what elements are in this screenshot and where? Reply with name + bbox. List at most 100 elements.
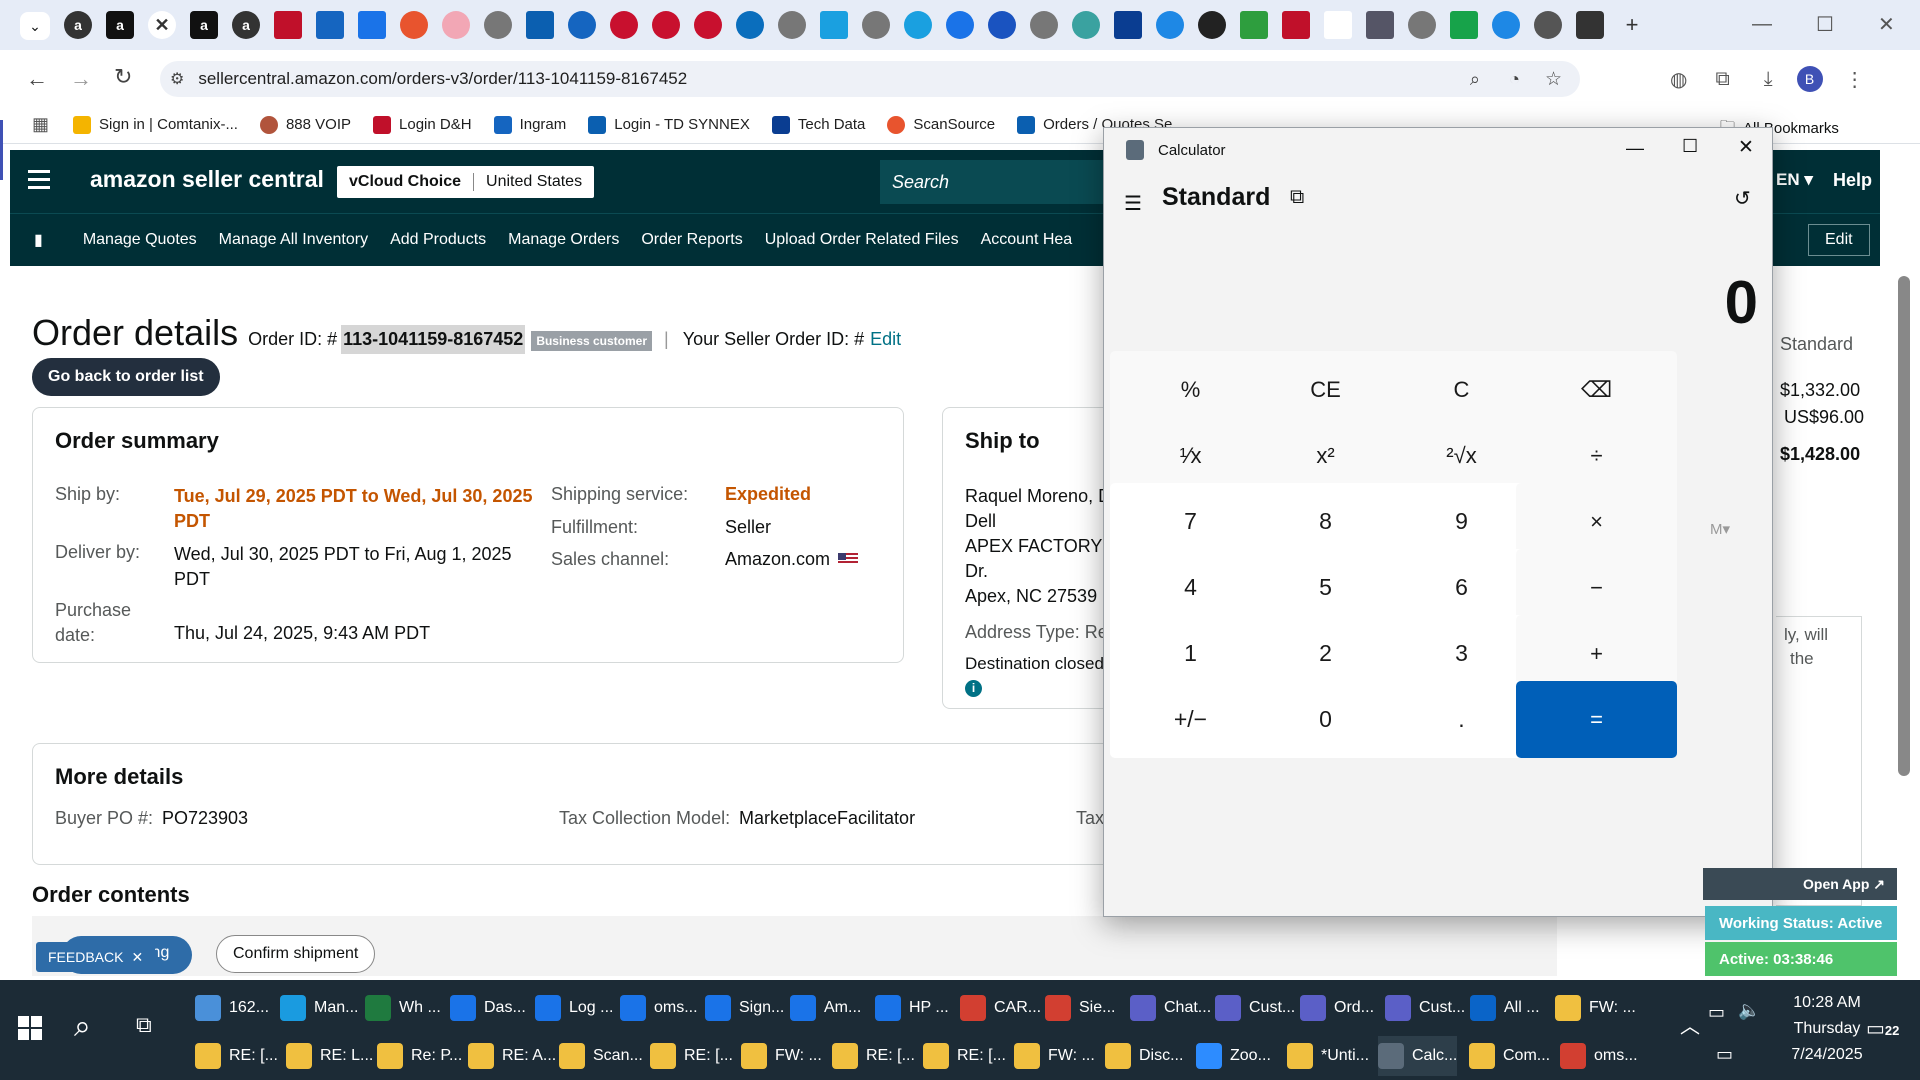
taskbar-item[interactable]: Calc... <box>1378 1036 1458 1076</box>
taskbar-item[interactable]: oms... <box>620 988 698 1028</box>
taskbar-item[interactable]: Ord... <box>1300 988 1374 1028</box>
globe-tab-icon[interactable] <box>862 11 890 39</box>
globe-tab-icon[interactable] <box>1030 11 1058 39</box>
back-to-order-list-button[interactable]: Go back to order list <box>32 358 220 396</box>
order-id[interactable]: 113-1041159-8167452 <box>341 325 526 354</box>
taskbar-item[interactable]: Cust... <box>1215 988 1295 1028</box>
calc-nav-menu-icon[interactable]: ☰ <box>1124 191 1142 216</box>
notification-icon[interactable]: ▭22 <box>1866 1016 1899 1041</box>
memory-list-button[interactable]: M▾ <box>1710 520 1730 538</box>
hamburger-menu-icon[interactable] <box>28 170 50 189</box>
calc-maximize-icon[interactable]: ☐ <box>1682 136 1698 157</box>
tab-icon[interactable] <box>820 11 848 39</box>
taskbar-item[interactable]: RE: [... <box>923 1036 1006 1076</box>
forward-icon[interactable]: → <box>70 66 92 92</box>
tab-icon[interactable] <box>1198 11 1226 39</box>
new-tab-icon[interactable]: + <box>1618 11 1646 39</box>
tab-icon[interactable] <box>946 11 974 39</box>
tab-icon[interactable] <box>1450 11 1478 39</box>
nav-add-products[interactable]: Add Products <box>390 231 486 249</box>
maximize-icon[interactable]: ☐ <box>1816 12 1834 37</box>
performance-icon[interactable]: ◔ <box>1509 69 1520 90</box>
taskbar-item[interactable]: RE: [... <box>832 1036 915 1076</box>
tab-icon[interactable] <box>1156 11 1184 39</box>
taskbar-item[interactable]: 162... <box>195 988 269 1028</box>
reload-icon[interactable]: ↻ <box>114 64 132 90</box>
nav-manage-inventory[interactable]: Manage All Inventory <box>219 231 368 249</box>
dh-tab-icon[interactable] <box>274 11 302 39</box>
active-tab-close-icon[interactable]: ✕ <box>148 11 176 39</box>
volume-icon[interactable]: 🔈 <box>1738 1000 1760 1021</box>
amazon-tab-icon[interactable]: a <box>64 11 92 39</box>
url-text[interactable]: sellercentral.amazon.com/orders-v3/order… <box>198 69 687 89</box>
menu-kebab-icon[interactable]: ⋮ <box>1845 67 1865 92</box>
scansource-tab-icon[interactable] <box>400 11 428 39</box>
info-icon[interactable]: i <box>965 680 982 697</box>
extensions-icon[interactable]: ⧉ <box>1715 68 1729 91</box>
feedback-close-icon[interactable]: ✕ <box>131 949 143 966</box>
synnex-tab-icon[interactable] <box>316 11 344 39</box>
bookmark-dh[interactable]: Login D&H <box>373 115 472 134</box>
ingram-tab-icon[interactable] <box>358 11 386 39</box>
taskbar-item[interactable]: Com... <box>1469 1036 1550 1076</box>
lens-icon[interactable]: ⌕ <box>1470 69 1480 90</box>
taskbar-item[interactable]: Disc... <box>1105 1036 1183 1076</box>
nav-order-reports[interactable]: Order Reports <box>641 231 742 249</box>
tab-icon[interactable] <box>1324 11 1352 39</box>
seller-order-edit-link[interactable]: Edit <box>870 329 901 350</box>
edit-nav-button[interactable]: Edit <box>1808 224 1870 256</box>
bookmark-scansource[interactable]: ScanSource <box>887 115 995 134</box>
taskbar-item[interactable]: FW: ... <box>1555 988 1636 1028</box>
amazon-tab-icon[interactable]: a <box>106 11 134 39</box>
help-link[interactable]: Help <box>1833 170 1872 191</box>
keep-on-top-icon[interactable]: ⧉ <box>1290 186 1304 209</box>
amazon-tab-icon[interactable]: a <box>190 11 218 39</box>
open-app-button[interactable]: Open App ↗ <box>1703 868 1897 900</box>
tab-icon[interactable] <box>694 11 722 39</box>
language-selector[interactable]: EN ▾ <box>1776 170 1813 190</box>
tab-icon[interactable] <box>1072 11 1100 39</box>
bookmark-888voip[interactable]: 888 VOIP <box>259 115 351 134</box>
globe-tab-icon[interactable] <box>484 11 512 39</box>
page-scrollbar[interactable] <box>1898 276 1910 776</box>
taskbar-item[interactable]: All ... <box>1470 988 1540 1028</box>
calc-close-icon[interactable]: ✕ <box>1738 136 1754 159</box>
tab-icon[interactable] <box>1240 11 1268 39</box>
tab-icon[interactable] <box>1534 11 1562 39</box>
tab-icon[interactable] <box>988 11 1016 39</box>
seller-central-logo[interactable]: amazon seller central <box>90 166 324 193</box>
taskbar-item[interactable]: Chat... <box>1130 988 1211 1028</box>
taskbar-item[interactable]: *Unti... <box>1287 1036 1369 1076</box>
globe-tab-icon[interactable] <box>1408 11 1436 39</box>
network-icon[interactable]: ▭ <box>1716 1044 1733 1065</box>
search-icon[interactable]: ⌕ <box>74 1010 91 1044</box>
download-icon[interactable]: ⤓ <box>1764 68 1773 91</box>
taskbar-item[interactable]: Zoo... <box>1196 1036 1271 1076</box>
clock[interactable]: 10:28 AM Thursday 7/24/2025 <box>1782 990 1872 1068</box>
nav-manage-orders[interactable]: Manage Orders <box>508 231 619 249</box>
taskbar-item[interactable]: Sie... <box>1045 988 1115 1028</box>
equals-button[interactable]: = <box>1516 681 1677 758</box>
site-info-icon[interactable]: ⚙ <box>170 69 184 89</box>
translate-icon[interactable]: ◍ <box>1670 67 1687 92</box>
taskbar-item[interactable]: FW: ... <box>1014 1036 1095 1076</box>
history-icon[interactable]: ↺ <box>1734 186 1751 211</box>
confirm-shipment-button[interactable]: Confirm shipment <box>216 935 376 973</box>
taskbar-item[interactable]: Man... <box>280 988 358 1028</box>
taskbar-item[interactable]: Sign... <box>705 988 784 1028</box>
tab-search-button[interactable]: ⌄ <box>20 12 50 40</box>
apps-icon[interactable]: ▦ <box>32 114 49 135</box>
bookmark-comtanix[interactable]: Sign in | Comtanix-... <box>73 115 238 134</box>
taskbar-item[interactable]: HP ... <box>875 988 949 1028</box>
taskbar-item[interactable]: Re: P... <box>377 1036 462 1076</box>
bookmark-ingram[interactable]: Ingram <box>493 115 566 134</box>
amazon-tab-icon[interactable] <box>1576 11 1604 39</box>
taskbar-item[interactable]: CAR... <box>960 988 1041 1028</box>
close-icon[interactable]: ✕ <box>1878 12 1895 37</box>
taskbar-item[interactable]: RE: A... <box>468 1036 556 1076</box>
bookmark-star-icon[interactable]: ☆ <box>1545 68 1562 91</box>
bookmark-techdata[interactable]: Tech Data <box>771 115 865 134</box>
tab-icon[interactable] <box>610 11 638 39</box>
task-view-icon[interactable]: ⧉ <box>136 1012 152 1038</box>
taskbar-item[interactable]: RE: [... <box>650 1036 733 1076</box>
